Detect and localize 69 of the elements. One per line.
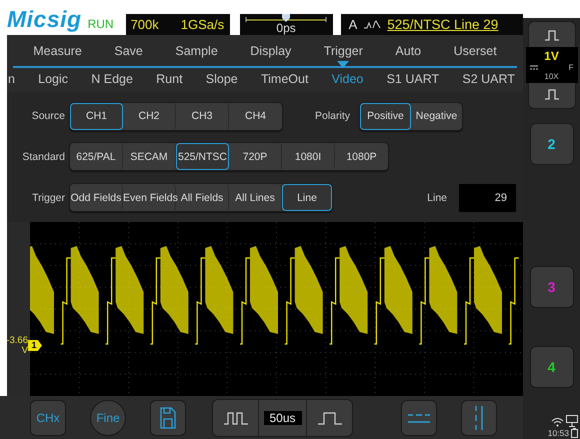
horizontal-cursor-icon: [407, 412, 431, 424]
source-option[interactable]: CH1: [70, 102, 123, 130]
trigger-mode-option[interactable]: Odd Fields: [70, 184, 123, 212]
trigger-mode-option[interactable]: All Fields: [176, 184, 229, 212]
channel-select-button[interactable]: CHx: [30, 400, 66, 436]
trigger-type-tab[interactable]: N Edge: [91, 68, 133, 90]
polarity-label: Polarity: [315, 110, 350, 122]
line-label: Line: [427, 192, 447, 204]
trigger-mode-option[interactable]: Line: [282, 184, 332, 212]
menu-tab[interactable]: Sample: [175, 35, 218, 66]
standard-option[interactable]: 720P: [229, 143, 282, 170]
trigger-type-tab[interactable]: TimeOut: [260, 68, 308, 90]
fine-button[interactable]: Fine: [90, 400, 126, 436]
pulse-train-icon: [222, 410, 248, 424]
trigger-type-tab[interactable]: Slope: [206, 68, 238, 90]
horizontal-cursor-button[interactable]: [401, 400, 437, 436]
timeline-indicator-icon: [244, 14, 327, 23]
menu-tab[interactable]: Display: [250, 35, 292, 66]
sample-rate: 1GSa/s: [180, 17, 224, 32]
trigger-type-tab[interactable]: n: [8, 68, 15, 90]
standard-option[interactable]: 1080P: [335, 143, 388, 170]
pulse-icon: [544, 30, 560, 41]
bandwidth-limit: F: [568, 63, 574, 72]
channel-button[interactable]: 2: [530, 123, 574, 165]
selected-indicator-icon: [337, 61, 350, 68]
trigger-position: 0ps: [276, 22, 296, 35]
source-option[interactable]: CH4: [229, 102, 282, 130]
clock-time: 10:53: [548, 429, 569, 438]
trigger-type-tab[interactable]: S2 UART: [462, 68, 515, 90]
menu-tab[interactable]: Save: [114, 35, 143, 66]
channel-button[interactable]: 4: [530, 346, 574, 388]
standard-option[interactable]: 525/NTSC: [176, 143, 229, 170]
source-option[interactable]: CH2: [123, 102, 176, 130]
save-button[interactable]: [150, 400, 186, 436]
standard-option[interactable]: 1080I: [282, 143, 335, 170]
line-number-field[interactable]: 29: [459, 184, 516, 212]
wifi-icon: [551, 417, 564, 427]
channel-level-marker[interactable]: 1: [28, 340, 42, 351]
brand-logo: Micsig: [7, 7, 82, 31]
trigger-mode-label: Trigger: [31, 192, 66, 204]
menu-tab[interactable]: Trigger: [324, 35, 363, 66]
standard-option[interactable]: 625/PAL: [70, 143, 123, 170]
single-pulse-icon: [316, 410, 342, 424]
trigger-mode-option[interactable]: Even Fields: [123, 184, 176, 212]
pulse-icon: [544, 89, 560, 100]
trigger-summary-link[interactable]: 525/NTSC Line 29: [387, 17, 498, 32]
polarity-option[interactable]: Positive: [360, 102, 412, 130]
probe-ratio: 10X: [544, 72, 559, 81]
menu-tab[interactable]: Userset: [454, 35, 497, 66]
battery-icon: [571, 428, 578, 438]
timebase-value: 50us: [258, 400, 307, 436]
trigger-type-tab[interactable]: Logic: [38, 68, 68, 90]
polarity-option[interactable]: Negative: [411, 102, 462, 130]
menu-tab[interactable]: Measure: [33, 35, 82, 66]
trigger-source: A: [348, 17, 358, 32]
vertical-cursor-button[interactable]: [461, 400, 497, 436]
standard-label: Standard: [21, 150, 66, 163]
menu-tab[interactable]: Auto: [395, 35, 422, 66]
channel-scale: 1V: [544, 49, 559, 63]
source-label: Source: [30, 110, 66, 122]
trigger-type-tab[interactable]: Video: [332, 68, 364, 90]
channel-tile[interactable]: 1V F 10X: [528, 21, 576, 109]
trigger-type-tab[interactable]: Runt: [156, 68, 183, 90]
source-option[interactable]: CH3: [176, 102, 229, 130]
trigger-type-tab[interactable]: S1 UART: [386, 68, 440, 90]
dc-coupling-icon: [530, 65, 538, 70]
memory-depth: 700k: [130, 17, 159, 32]
vertical-cursor-icon: [473, 404, 485, 430]
monitor-icon: [566, 415, 578, 427]
